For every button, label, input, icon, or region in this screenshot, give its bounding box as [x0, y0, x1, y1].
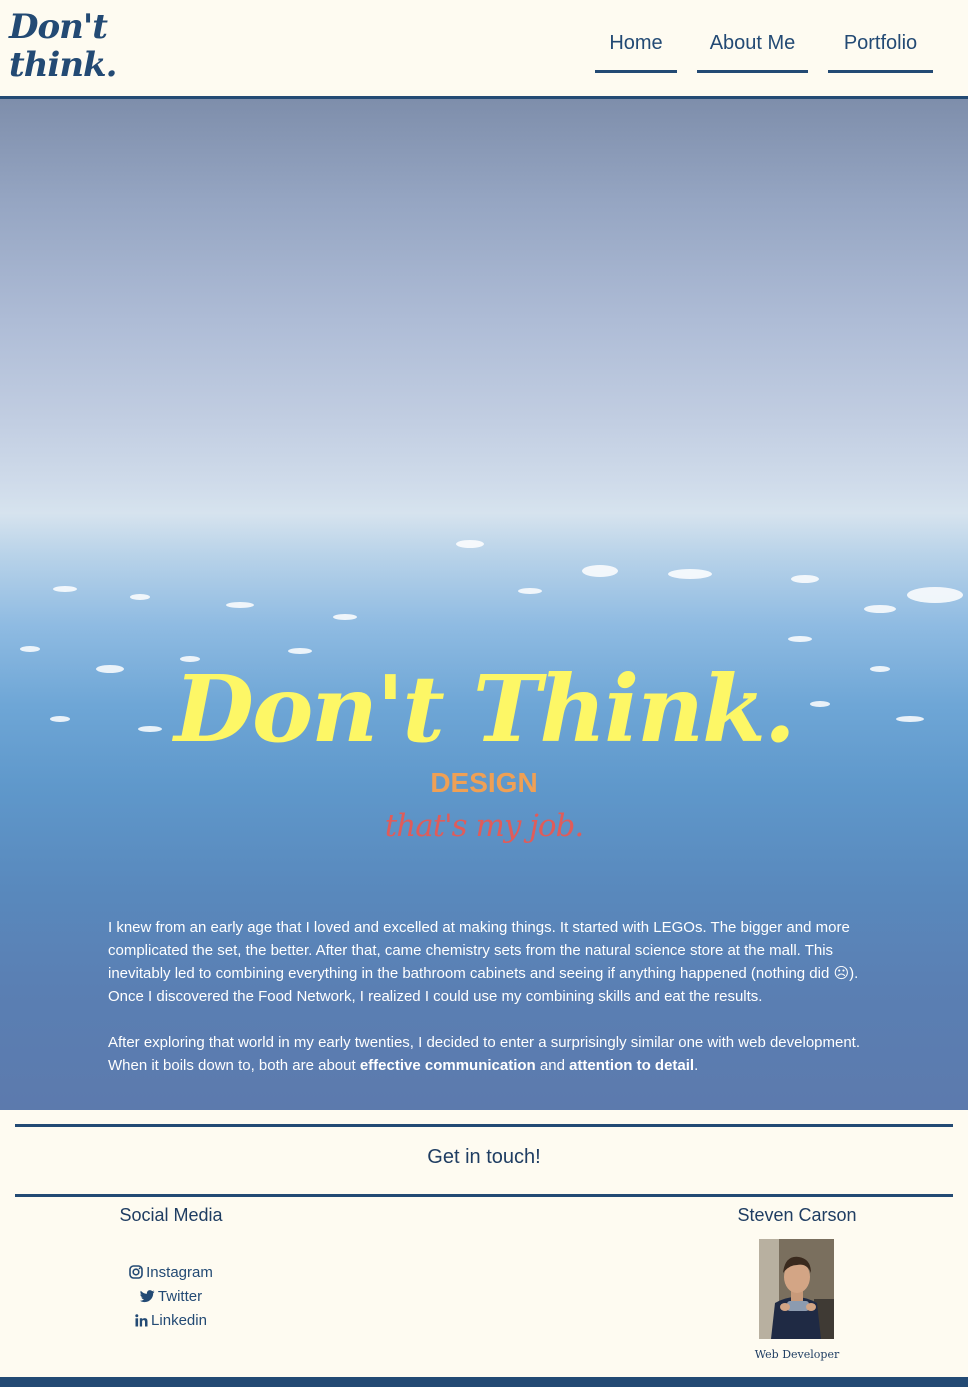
footer-mid-divider — [15, 1194, 953, 1197]
hero-subtitle: DESIGN — [430, 767, 538, 798]
footer-bottom-bar — [0, 1377, 968, 1387]
social-links: Instagram Twitter Linkedin — [70, 1262, 272, 1334]
logo-line-2: think. — [9, 45, 117, 85]
nav-home[interactable]: Home — [595, 26, 677, 73]
hero-title: Don't Think. — [174, 655, 796, 763]
social-media-title: Social Media — [119, 1205, 223, 1225]
twitter-link[interactable]: Twitter — [70, 1286, 272, 1310]
about-paragraph-2: After exploring that world in my early t… — [108, 1031, 868, 1077]
twitter-icon — [139, 1288, 155, 1310]
highlight-effective-communication: effective communication — [359, 1057, 536, 1074]
logo-line-1: Don't — [9, 7, 108, 47]
profile-name: Steven Carson — [737, 1205, 857, 1225]
about-text: I knew from an early age that I loved an… — [108, 916, 868, 1100]
footer-top-divider — [15, 1124, 953, 1127]
linkedin-label: Linkedin — [151, 1312, 207, 1329]
instagram-label: Instagram — [146, 1264, 213, 1281]
hero-section: Don't Think. DESIGN that's my job. I kne… — [0, 99, 968, 1110]
contact-title: Get in touch! — [427, 1146, 541, 1168]
about-paragraph-2-end: . — [694, 1057, 699, 1074]
nav-portfolio[interactable]: Portfolio — [828, 26, 933, 73]
instagram-link[interactable]: Instagram — [70, 1262, 272, 1286]
nav-about-me[interactable]: About Me — [697, 26, 808, 73]
linkedin-icon — [135, 1312, 148, 1334]
hero-tagline: that's my job. — [384, 808, 584, 844]
profile-role: Web Developer — [754, 1348, 840, 1361]
highlight-attention-to-detail: attention to detail — [569, 1057, 695, 1074]
instagram-icon — [129, 1264, 143, 1286]
about-paragraph-1: I knew from an early age that I loved an… — [108, 919, 859, 1005]
site-logo[interactable]: Don't think. — [9, 7, 117, 85]
linkedin-link[interactable]: Linkedin — [70, 1310, 272, 1334]
about-paragraph-2-mid: and — [535, 1057, 570, 1074]
site-header: Don't think. Home About Me Portfolio — [0, 0, 968, 99]
profile-avatar — [759, 1239, 834, 1339]
twitter-label: Twitter — [157, 1288, 203, 1305]
